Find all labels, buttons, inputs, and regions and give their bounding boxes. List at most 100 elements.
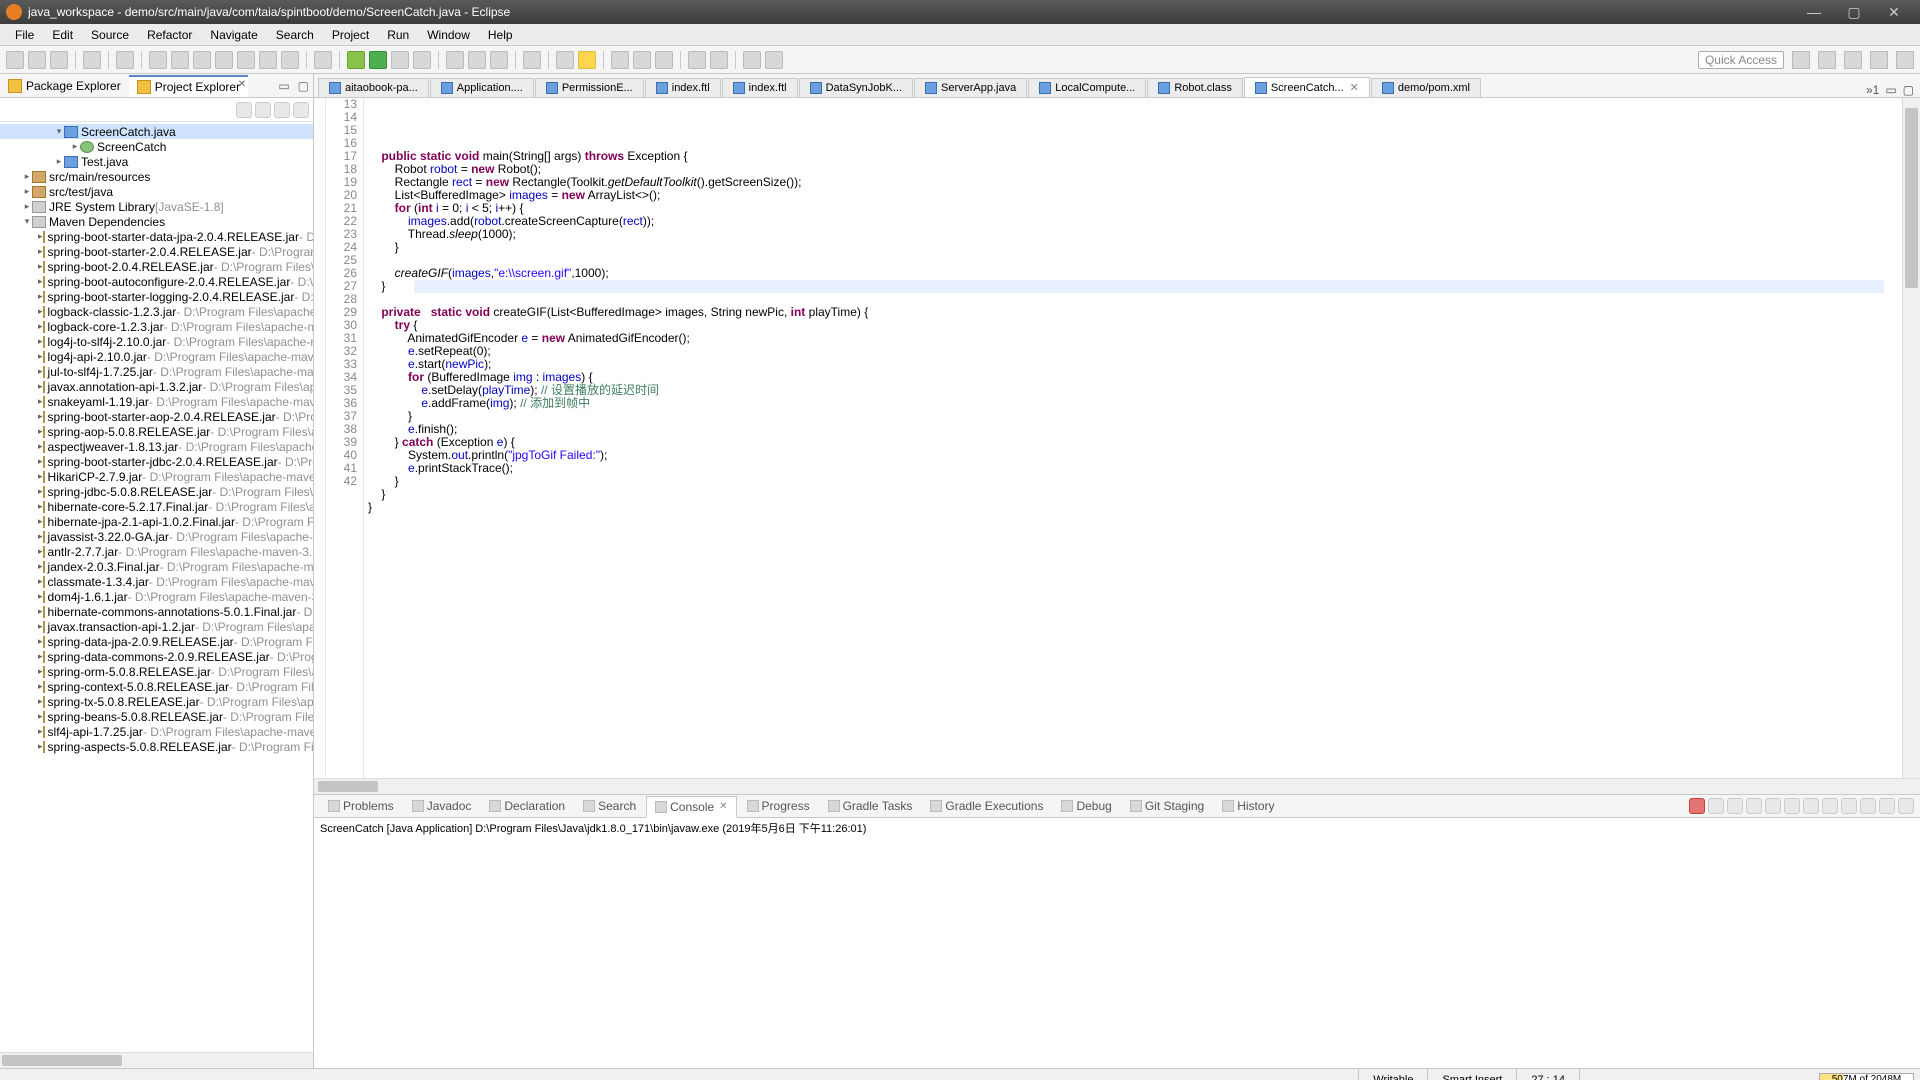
step-return-icon[interactable]: [281, 51, 299, 69]
tree-row[interactable]: ▸logback-classic-1.2.3.jar - D:\Program …: [0, 304, 313, 319]
close-icon[interactable]: ✕: [238, 79, 246, 90]
jee-perspective-icon[interactable]: [1896, 51, 1914, 69]
minimize-editor-icon[interactable]: ▭: [1885, 83, 1896, 97]
back-icon[interactable]: [743, 51, 761, 69]
tree-row[interactable]: ▸spring-boot-starter-logging-2.0.4.RELEA…: [0, 289, 313, 304]
open-type-icon[interactable]: [523, 51, 541, 69]
suspend-icon[interactable]: [171, 51, 189, 69]
disconnect-icon[interactable]: [215, 51, 233, 69]
link-editor-icon[interactable]: [255, 102, 271, 118]
minimize-view-icon[interactable]: ▭: [274, 79, 293, 93]
tree-row[interactable]: ▸spring-data-jpa-2.0.9.RELEASE.jar - D:\…: [0, 634, 313, 649]
code-editor[interactable]: 13 14 15 16 17 18 19 20 21 22 23 24 25 2…: [314, 98, 1920, 778]
editor-tab[interactable]: LocalCompute...: [1028, 78, 1146, 97]
bottom-tab-console[interactable]: Console✕: [646, 796, 736, 818]
show-console-icon[interactable]: [1803, 798, 1819, 814]
editor-hscrollbar[interactable]: [314, 778, 1920, 794]
annotation-prev-icon[interactable]: [611, 51, 629, 69]
menu-run[interactable]: Run: [378, 28, 418, 42]
editor-tab[interactable]: PermissionE...: [535, 78, 644, 97]
bottom-tab-git-staging[interactable]: Git Staging: [1122, 796, 1212, 816]
tree-row[interactable]: ▸javax.transaction-api-1.2.jar - D:\Prog…: [0, 619, 313, 634]
tree-row[interactable]: ▸spring-boot-starter-aop-2.0.4.RELEASE.j…: [0, 409, 313, 424]
tree-row[interactable]: ▸classmate-1.3.4.jar - D:\Program Files\…: [0, 574, 313, 589]
tree-row[interactable]: ▸spring-boot-autoconfigure-2.0.4.RELEASE…: [0, 274, 313, 289]
menu-source[interactable]: Source: [82, 28, 138, 42]
tree-row[interactable]: ▸spring-boot-2.0.4.RELEASE.jar - D:\Prog…: [0, 259, 313, 274]
menu-window[interactable]: Window: [418, 28, 479, 42]
minimize-button[interactable]: —: [1794, 4, 1834, 20]
debug-icon[interactable]: [347, 51, 365, 69]
tree-row[interactable]: ▸snakeyaml-1.19.jar - D:\Program Files\a…: [0, 394, 313, 409]
tree-row[interactable]: ▸hibernate-jpa-2.1-api-1.0.2.Final.jar -…: [0, 514, 313, 529]
menu-help[interactable]: Help: [479, 28, 522, 42]
terminate-icon[interactable]: [1689, 798, 1705, 814]
close-button[interactable]: ✕: [1874, 4, 1914, 21]
tree-row[interactable]: ▸slf4j-api-1.7.25.jar - D:\Program Files…: [0, 724, 313, 739]
bottom-tab-gradle-tasks[interactable]: Gradle Tasks: [820, 796, 921, 816]
tree-row[interactable]: ▸src/main/resources: [0, 169, 313, 184]
editor-vscrollbar[interactable]: [1902, 98, 1920, 778]
tree-row[interactable]: ▸JRE System Library [JavaSE-1.8]: [0, 199, 313, 214]
tree-row[interactable]: ▸Test.java: [0, 154, 313, 169]
bottom-tab-search[interactable]: Search: [575, 796, 644, 816]
editor-overflow[interactable]: »1: [1866, 83, 1879, 97]
tree-row[interactable]: ▸spring-tx-5.0.8.RELEASE.jar - D:\Progra…: [0, 694, 313, 709]
git-perspective-icon[interactable]: [1870, 51, 1888, 69]
heap-status[interactable]: 507M of 2048M: [1819, 1073, 1914, 1080]
menu-edit[interactable]: Edit: [43, 28, 82, 42]
editor-tab[interactable]: ScreenCatch...✕: [1244, 77, 1370, 97]
new-java-icon[interactable]: [446, 51, 464, 69]
close-icon[interactable]: ✕: [1350, 81, 1359, 94]
tree-row[interactable]: ▸javassist-3.22.0-GA.jar - D:\Program Fi…: [0, 529, 313, 544]
debug-perspective-icon[interactable]: [1844, 51, 1862, 69]
project-tree[interactable]: ▾ScreenCatch.java▸ScreenCatch▸Test.java▸…: [0, 122, 313, 1052]
collapse-all-icon[interactable]: [236, 102, 252, 118]
tree-row[interactable]: ▸spring-jdbc-5.0.8.RELEASE.jar - D:\Prog…: [0, 484, 313, 499]
editor-tab[interactable]: index.ftl: [645, 78, 721, 97]
clear-icon[interactable]: [1765, 798, 1781, 814]
annotation-next-icon[interactable]: [633, 51, 651, 69]
new-class-icon[interactable]: [490, 51, 508, 69]
bottom-tab-debug[interactable]: Debug: [1053, 796, 1119, 816]
terminate-icon[interactable]: [193, 51, 211, 69]
save-all-icon[interactable]: [50, 51, 68, 69]
coverage-icon[interactable]: [391, 51, 409, 69]
bottom-tab-gradle-executions[interactable]: Gradle Executions: [922, 796, 1051, 816]
code-text[interactable]: public static void main(String[] args) t…: [368, 137, 1902, 527]
resume-icon[interactable]: [149, 51, 167, 69]
maximize-view-icon[interactable]: ▢: [294, 79, 313, 93]
editor-tab[interactable]: ServerApp.java: [914, 78, 1027, 97]
step-over-icon[interactable]: [259, 51, 277, 69]
tree-row[interactable]: ▸spring-context-5.0.8.RELEASE.jar - D:\P…: [0, 679, 313, 694]
bottom-tab-declaration[interactable]: Declaration: [481, 796, 573, 816]
step-into-icon[interactable]: [237, 51, 255, 69]
run-last-icon[interactable]: [413, 51, 431, 69]
bottom-tab-history[interactable]: History: [1214, 796, 1282, 816]
tree-row[interactable]: ▸ScreenCatch: [0, 139, 313, 154]
tab-package-explorer[interactable]: Package Explorer: [0, 76, 129, 96]
tree-row[interactable]: ▸jul-to-slf4j-1.7.25.jar - D:\Program Fi…: [0, 364, 313, 379]
run-icon[interactable]: [369, 51, 387, 69]
tree-row[interactable]: ▸spring-orm-5.0.8.RELEASE.jar - D:\Progr…: [0, 664, 313, 679]
tree-row[interactable]: ▾Maven Dependencies: [0, 214, 313, 229]
tree-row[interactable]: ▸jandex-2.0.3.Final.jar - D:\Program Fil…: [0, 559, 313, 574]
drop-frame-icon[interactable]: [314, 51, 332, 69]
toggle-icon[interactable]: [83, 51, 101, 69]
tree-row[interactable]: ▸spring-boot-starter-data-jpa-2.0.4.RELE…: [0, 229, 313, 244]
editor-tab[interactable]: Robot.class: [1147, 78, 1242, 97]
new-icon[interactable]: [6, 51, 24, 69]
tree-row[interactable]: ▾ScreenCatch.java: [0, 124, 313, 139]
pin-icon[interactable]: [710, 51, 728, 69]
show-whitespace-icon[interactable]: [688, 51, 706, 69]
remove-all-icon[interactable]: [1708, 798, 1724, 814]
open-console-icon[interactable]: [1860, 798, 1876, 814]
skip-breakpoints-icon[interactable]: [116, 51, 134, 69]
tree-row[interactable]: ▸log4j-api-2.10.0.jar - D:\Program Files…: [0, 349, 313, 364]
editor-tab[interactable]: demo/pom.xml: [1371, 78, 1481, 97]
display-icon[interactable]: [1841, 798, 1857, 814]
tree-row[interactable]: ▸src/test/java: [0, 184, 313, 199]
tree-row[interactable]: ▸aspectjweaver-1.8.13.jar - D:\Program F…: [0, 439, 313, 454]
tree-row[interactable]: ▸dom4j-1.6.1.jar - D:\Program Files\apac…: [0, 589, 313, 604]
menu-project[interactable]: Project: [323, 28, 378, 42]
